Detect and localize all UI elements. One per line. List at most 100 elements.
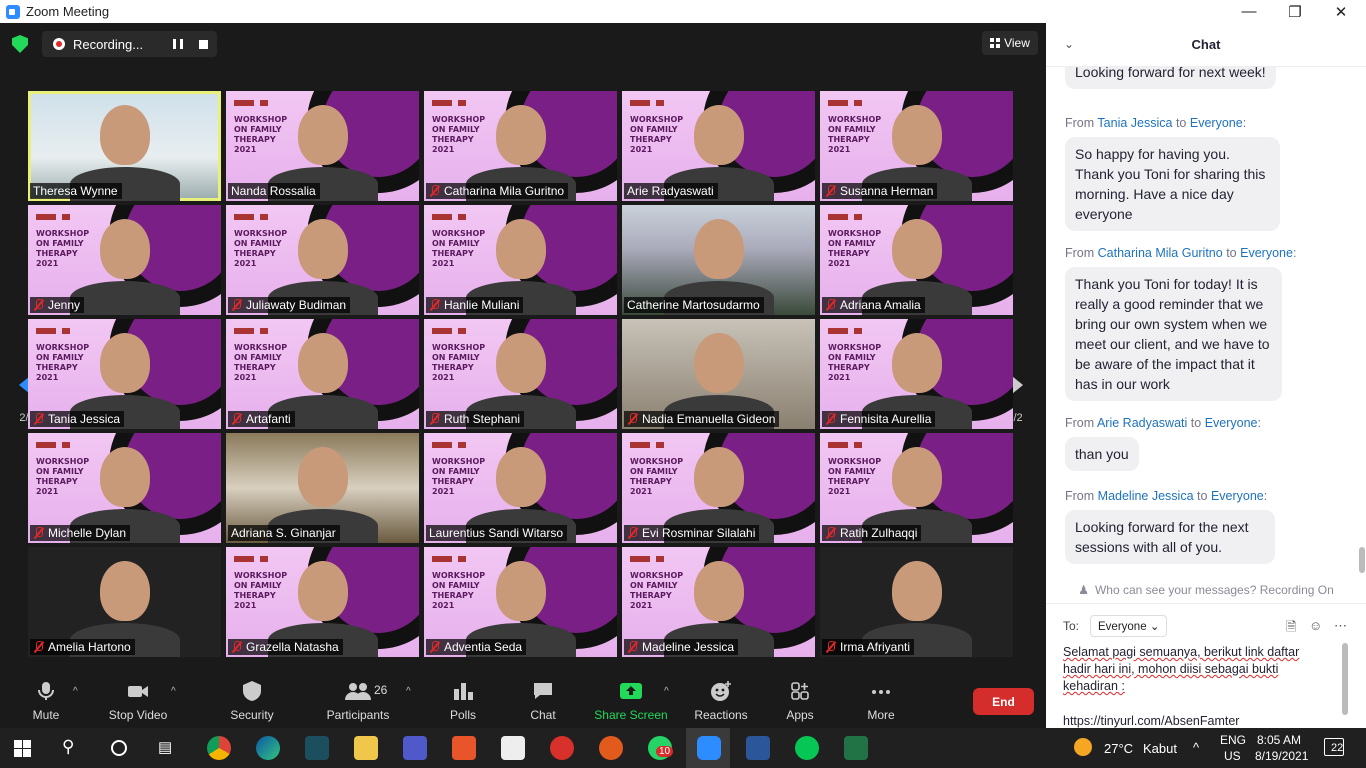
file-explorer-icon[interactable] (354, 736, 378, 760)
more-button[interactable]: More (864, 673, 898, 728)
search-icon[interactable]: ⚲ (62, 737, 74, 757)
pause-recording-icon[interactable] (173, 39, 184, 49)
workshop-banner-text: WORKSHOP ON FAMILY THERAPY 2021 (432, 343, 486, 382)
view-button[interactable]: View (982, 31, 1038, 55)
participant-tile[interactable]: WORKSHOP ON FAMILY THERAPY 2021 Nanda Ros… (226, 91, 419, 201)
windows-start-icon[interactable] (14, 740, 31, 757)
workshop-banner-text: WORKSHOP ON FAMILY THERAPY 2021 (432, 457, 486, 496)
participant-tile[interactable]: WORKSHOP ON FAMILY THERAPY 2021 Tania Jes… (28, 319, 221, 429)
minimize-button[interactable]: — (1226, 0, 1272, 23)
muted-mic-icon (429, 299, 440, 311)
mute-button[interactable]: Mute (28, 673, 64, 728)
participant-face (91, 211, 158, 279)
share-options-caret-icon[interactable]: ^ (664, 686, 669, 697)
participant-tile[interactable]: WORKSHOP ON FAMILY THERAPY 2021 Jenny (28, 205, 221, 315)
participant-tile[interactable]: WORKSHOP ON FAMILY THERAPY 2021 Arie Rady… (622, 91, 815, 201)
participant-name-tag: Juliawaty Budiman (228, 297, 351, 313)
line-icon[interactable] (795, 736, 819, 760)
participant-tile[interactable]: WORKSHOP ON FAMILY THERAPY 2021 Grazella … (226, 547, 419, 657)
file-icon[interactable]: 🗎 (1286, 618, 1296, 640)
participant-tile[interactable]: WORKSHOP ON FAMILY THERAPY 2021 Ruth Step… (424, 319, 617, 429)
zoom-app-icon[interactable] (697, 736, 721, 760)
sponsor-logos (36, 214, 106, 220)
polls-button[interactable]: Polls (446, 673, 480, 728)
language-label[interactable]: ENG (1220, 733, 1246, 747)
audio-options-caret-icon[interactable]: ^ (73, 686, 78, 697)
participants-caret-icon[interactable]: ^ (406, 686, 411, 697)
filmora-icon[interactable] (305, 736, 329, 760)
chrome-icon[interactable] (207, 736, 231, 760)
origin-icon[interactable] (599, 736, 623, 760)
participant-tile[interactable]: WORKSHOP ON FAMILY THERAPY 2021 Susanna H… (820, 91, 1013, 201)
sponsor-logos (234, 328, 304, 334)
participant-name-tag: Susanna Herman (822, 183, 938, 199)
clock-time[interactable]: 8:05 AM (1257, 733, 1301, 747)
participant-tile[interactable]: WORKSHOP ON FAMILY THERAPY 2021 Adriana A… (820, 205, 1013, 315)
participant-face (289, 439, 356, 507)
collapse-chat-chevron-icon[interactable]: ⌄ (1064, 37, 1074, 51)
participant-tile[interactable]: WORKSHOP ON FAMILY THERAPY 2021 Artafanti (226, 319, 419, 429)
task-view-icon[interactable]: ▤ (158, 738, 172, 756)
muted-mic-icon (231, 641, 242, 653)
participant-tile[interactable]: Theresa Wynne (28, 91, 221, 201)
office-icon[interactable] (452, 736, 476, 760)
participant-tile[interactable]: WORKSHOP ON FAMILY THERAPY 2021 Ratih Zul… (820, 433, 1013, 543)
polls-label: Polls (449, 708, 476, 722)
participant-tile[interactable]: WORKSHOP ON FAMILY THERAPY 2021 Hanlie Mu… (424, 205, 617, 315)
chat-label: Chat (530, 708, 556, 722)
participant-tile[interactable]: Adriana S. Ginanjar (226, 433, 419, 543)
emoji-icon[interactable]: ☺ (1309, 618, 1322, 633)
stop-video-button[interactable]: Stop Video (104, 673, 172, 728)
participant-tile[interactable]: WORKSHOP ON FAMILY THERAPY 2021 Adventia … (424, 547, 617, 657)
cortana-icon[interactable] (111, 740, 127, 756)
participant-face (91, 97, 158, 165)
participant-tile[interactable]: WORKSHOP ON FAMILY THERAPY 2021 Michelle … (28, 433, 221, 543)
video-options-caret-icon[interactable]: ^ (171, 686, 176, 697)
participants-button[interactable]: Participants (322, 673, 394, 728)
weather-icon[interactable] (1074, 738, 1092, 756)
security-button[interactable]: Security (226, 673, 278, 728)
participant-tile[interactable]: WORKSHOP ON FAMILY THERAPY 2021 Fennisita… (820, 319, 1013, 429)
muted-mic-icon (627, 527, 638, 539)
workshop-banner-text: WORKSHOP ON FAMILY THERAPY 2021 (432, 229, 486, 268)
app-red-icon[interactable] (550, 736, 574, 760)
chat-scrollbar[interactable] (1359, 547, 1365, 573)
stop-recording-icon[interactable] (199, 39, 209, 49)
store-icon[interactable] (501, 736, 525, 760)
word-icon[interactable] (746, 736, 770, 760)
participant-tile[interactable]: WORKSHOP ON FAMILY THERAPY 2021 Laurentiu… (424, 433, 617, 543)
participant-face (487, 97, 554, 165)
participant-tile[interactable]: WORKSHOP ON FAMILY THERAPY 2021 Madeline … (622, 547, 815, 657)
participant-name: Ruth Stephani (444, 412, 521, 426)
edge-icon[interactable] (256, 736, 280, 760)
participant-tile[interactable]: WORKSHOP ON FAMILY THERAPY 2021 Juliawaty… (226, 205, 419, 315)
chat-compose-input[interactable]: Selamat pagi semuanya, berikut link daft… (1063, 644, 1323, 728)
participant-name-tag: Catherine Martosudarmo (624, 297, 764, 313)
reactions-button[interactable]: Reactions (693, 673, 749, 728)
participant-tile[interactable]: Irma Afriyanti (820, 547, 1013, 657)
apps-button[interactable]: Apps (785, 673, 815, 728)
compose-scrollbar[interactable] (1342, 643, 1348, 715)
end-meeting-button[interactable]: End (973, 688, 1034, 715)
clock-date: 8/19/2021 (1255, 749, 1309, 763)
workshop-banner-text: WORKSHOP ON FAMILY THERAPY 2021 (828, 457, 882, 496)
participant-tile[interactable]: WORKSHOP ON FAMILY THERAPY 2021 Evi Rosmi… (622, 433, 815, 543)
participant-tile[interactable]: Catherine Martosudarmo (622, 205, 815, 315)
muted-mic-icon (825, 185, 836, 197)
participant-name-tag: Irma Afriyanti (822, 639, 915, 655)
who-can-see-link[interactable]: ♟ Who can see your messages? Recording O… (1046, 576, 1366, 604)
participants-count: 26 (374, 683, 388, 697)
excel-icon[interactable] (844, 736, 868, 760)
tray-overflow-chevron-icon[interactable]: ^ (1193, 740, 1199, 755)
recipient-dropdown[interactable]: Everyone ⌄ (1090, 615, 1168, 637)
participant-tile[interactable]: Amelia Hartono (28, 547, 221, 657)
teams-icon[interactable] (403, 736, 427, 760)
participant-tile[interactable]: WORKSHOP ON FAMILY THERAPY 2021 Catharina… (424, 91, 617, 201)
participant-tile[interactable]: Nadia Emanuella Gideon (622, 319, 815, 429)
close-button[interactable]: ✕ (1318, 0, 1364, 23)
chat-button[interactable]: Chat (526, 673, 560, 728)
more-options-icon[interactable]: ⋯ (1334, 618, 1347, 634)
encryption-shield-icon[interactable] (12, 35, 28, 53)
share-screen-button[interactable]: Share Screen (594, 673, 668, 728)
maximize-button[interactable]: ❐ (1272, 0, 1318, 23)
